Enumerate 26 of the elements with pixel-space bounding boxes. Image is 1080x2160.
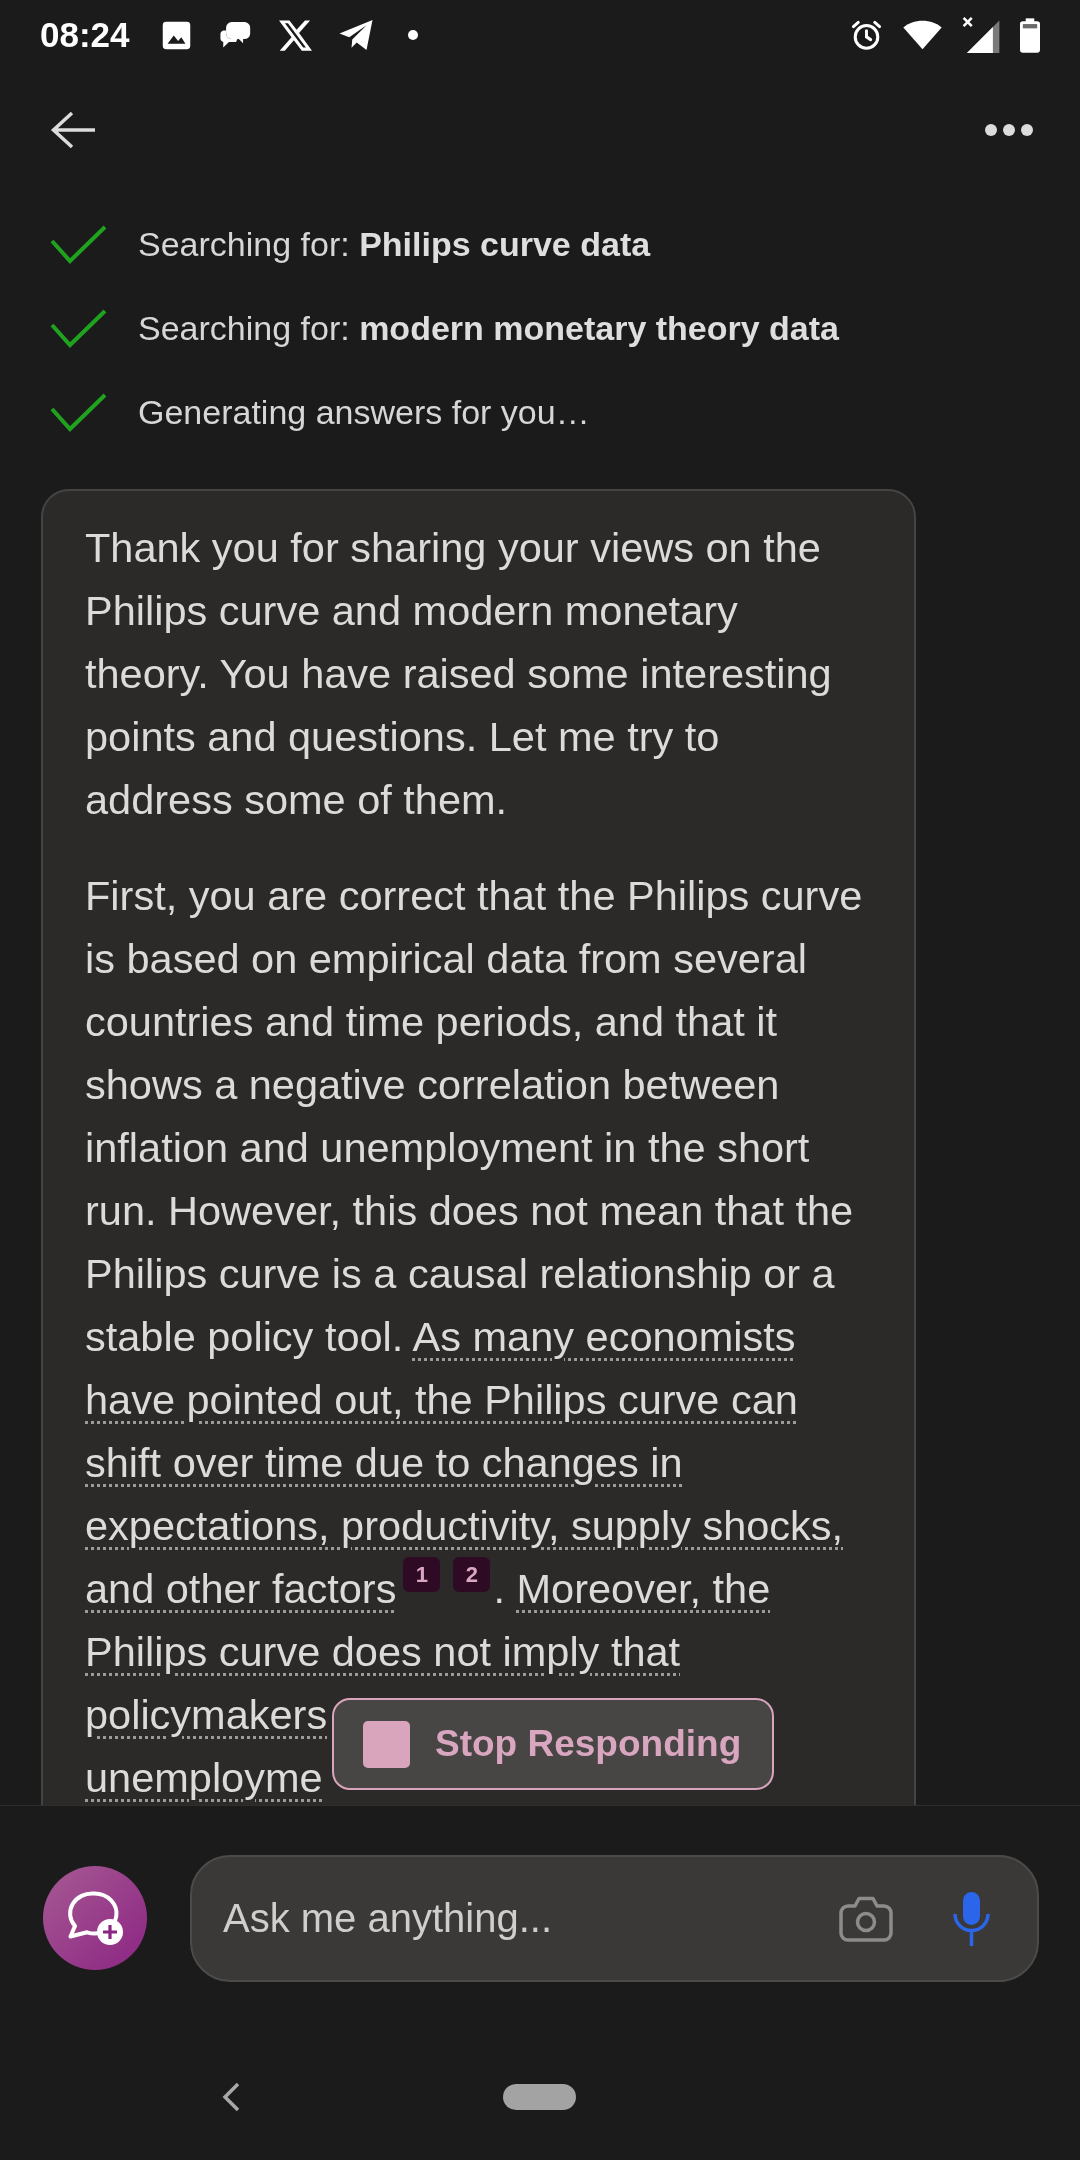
x-icon [278, 19, 312, 51]
paper-plane-icon [337, 19, 374, 51]
signal-icon [962, 17, 1001, 53]
notification-dot-icon [407, 30, 418, 40]
home-handle[interactable] [503, 2084, 576, 2110]
chat-bubble-plus-icon [66, 1890, 124, 1946]
cited-text-fragment: unemployme [85, 1753, 323, 1803]
message-input-field[interactable]: Ask me anything... [223, 1888, 779, 1949]
search-status-text: Searching for: Philips curve data [138, 224, 651, 264]
cited-text-fragment: policymakers [85, 1690, 328, 1740]
stop-square-icon [363, 1720, 410, 1768]
stop-responding-button[interactable]: Stop Responding [332, 1698, 774, 1790]
citation-link[interactable]: 2 [453, 1557, 491, 1592]
camera-icon[interactable] [839, 1895, 893, 1942]
alarm-clock-icon [850, 18, 883, 52]
battery-icon [1020, 17, 1040, 53]
search-status-text: Generating answers for you… [138, 392, 590, 432]
status-time: 08:24 [40, 15, 130, 55]
more-options-icon[interactable] [984, 123, 1034, 137]
search-status-text: Searching for: modern monetary theory data [138, 308, 839, 348]
wifi-icon [902, 20, 943, 50]
message-paragraph: Thank you for sharing your views on the Philips curve and modern monetary theory. You have raised some interesting points and questions. Let me try to address some of them. [85, 523, 833, 825]
input-box[interactable]: Ask me anything... [190, 1855, 1039, 1982]
nav-back-icon[interactable] [222, 2082, 240, 2112]
back-arrow-icon[interactable] [50, 110, 96, 150]
citation-link[interactable]: 1 [403, 1557, 441, 1592]
